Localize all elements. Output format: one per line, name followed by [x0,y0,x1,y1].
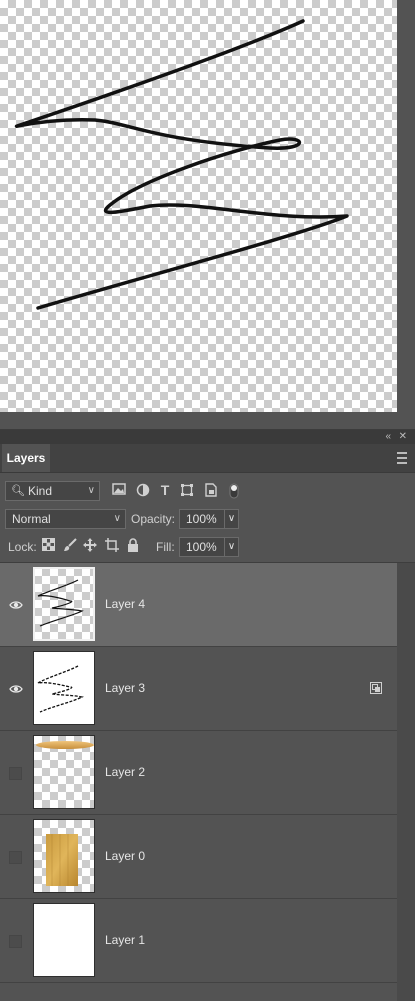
visibility-toggle[interactable] [9,935,22,948]
search-icon: 🔍︎ [11,485,25,497]
layer-thumbnail [33,735,95,809]
lock-artboard-icon[interactable] [104,538,120,554]
filter-kind-dropdown[interactable]: 🔍︎ Kind ∨ [5,481,100,501]
close-icon[interactable]: ✕ [399,430,407,444]
tab-layers[interactable]: Layers [2,444,50,472]
opacity-input[interactable]: 100% [179,509,225,529]
double-chevron-left-icon[interactable]: « [385,430,391,444]
chevron-down-icon: ∨ [227,541,236,552]
adjustment-filter-icon[interactable] [136,483,150,497]
layer-thumbnail [33,819,95,893]
lock-transparent-icon[interactable] [40,538,56,554]
opacity-chevron-button[interactable]: ∨ [224,509,239,529]
layer-row-layer-2[interactable]: Layer 2 [0,731,397,815]
blend-row: Normal ∨ Opacity: 100% ∨ [0,508,415,530]
lock-position-icon[interactable] [82,538,98,554]
layer-row-layer-0[interactable]: Layer 0 [0,815,397,899]
layers-scrollbar[interactable] [397,563,415,1001]
layer-row-layer-3[interactable]: Layer 3 [0,647,397,731]
shape-filter-icon[interactable] [180,483,194,497]
layer-name: Layer 2 [105,765,146,779]
document-canvas[interactable] [0,0,397,412]
fill-input[interactable]: 100% [179,537,225,557]
layer-thumbnail [33,651,95,725]
chevron-down-icon: ∨ [227,513,236,524]
smart-object-icon [370,682,382,694]
lock-row: Lock: Fill: 100% ∨ [0,536,415,558]
filter-row: 🔍︎ Kind ∨ T [0,480,415,502]
layer-row-layer-4[interactable]: Layer 4 [0,563,397,647]
type-filter-icon[interactable]: T [158,483,172,497]
visibility-toggle[interactable] [9,851,22,864]
hamburger-menu-icon[interactable] [397,452,407,464]
chevron-down-icon: ∨ [87,485,95,496]
chevron-down-icon: ∨ [113,513,121,524]
blend-mode-value: Normal [12,512,51,526]
lock-all-icon[interactable] [125,538,141,554]
lock-label: Lock: [8,540,37,554]
layers-panel: « ✕ Layers 🔍︎ Kind ∨ T Normal ∨ Opacity:… [0,429,415,1001]
filter-kind-label: Kind [28,484,53,498]
lock-image-icon[interactable] [62,538,78,554]
smart-object-filter-icon[interactable] [204,483,218,497]
layers-list: Layer 4 Layer 3 Layer 2 Layer 0 Layer 1 [0,562,415,1001]
opacity-label: Opacity: [131,512,176,526]
image-filter-icon[interactable] [112,483,126,497]
layer-name: Layer 3 [105,681,146,695]
eye-icon[interactable] [9,598,23,612]
layer-name: Layer 1 [105,933,146,947]
layer-row-layer-1[interactable]: Layer 1 [0,899,397,983]
filter-toggle-icon[interactable] [227,483,241,499]
layer-thumbnail [33,567,95,641]
layer-name: Layer 4 [105,597,146,611]
brush-stroke-drawing [14,19,349,310]
layer-name: Layer 0 [105,849,146,863]
eye-icon[interactable] [9,682,23,696]
fill-label: Fill: [156,540,175,554]
tab-bar: Layers [0,444,415,473]
layer-thumbnail [33,903,95,977]
blend-mode-dropdown[interactable]: Normal ∨ [5,509,126,529]
panel-header-bar: « ✕ [0,430,415,444]
visibility-toggle[interactable] [9,767,22,780]
fill-chevron-button[interactable]: ∨ [224,537,239,557]
